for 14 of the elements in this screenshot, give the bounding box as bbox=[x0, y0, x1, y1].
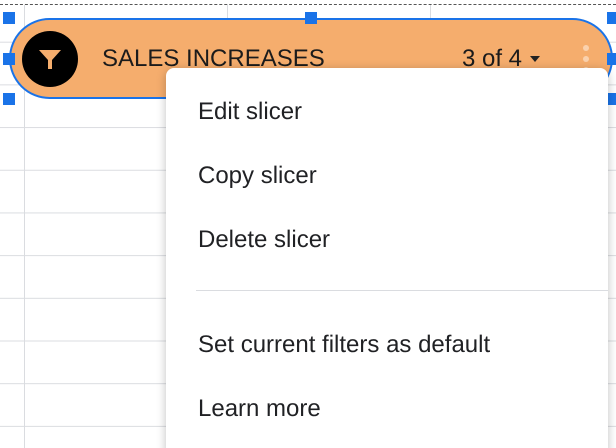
resize-handle[interactable] bbox=[305, 12, 317, 24]
menu-item[interactable]: Learn more bbox=[166, 377, 608, 441]
resize-handle[interactable] bbox=[607, 52, 616, 64]
slicer-title: SALES INCREASES bbox=[102, 44, 326, 72]
resize-handle[interactable] bbox=[607, 12, 616, 24]
menu-item[interactable]: Set current filters as default bbox=[166, 313, 608, 377]
resize-handle[interactable] bbox=[3, 12, 15, 24]
menu-item[interactable]: Delete slicer bbox=[166, 208, 608, 272]
caret-icon bbox=[530, 56, 540, 62]
filter-icon bbox=[22, 30, 78, 86]
menu-item[interactable]: Copy slicer bbox=[166, 144, 608, 208]
filter-status-dropdown[interactable]: 3 of 4 bbox=[462, 44, 540, 72]
resize-handle[interactable] bbox=[3, 52, 15, 64]
resize-handle[interactable] bbox=[3, 93, 15, 105]
